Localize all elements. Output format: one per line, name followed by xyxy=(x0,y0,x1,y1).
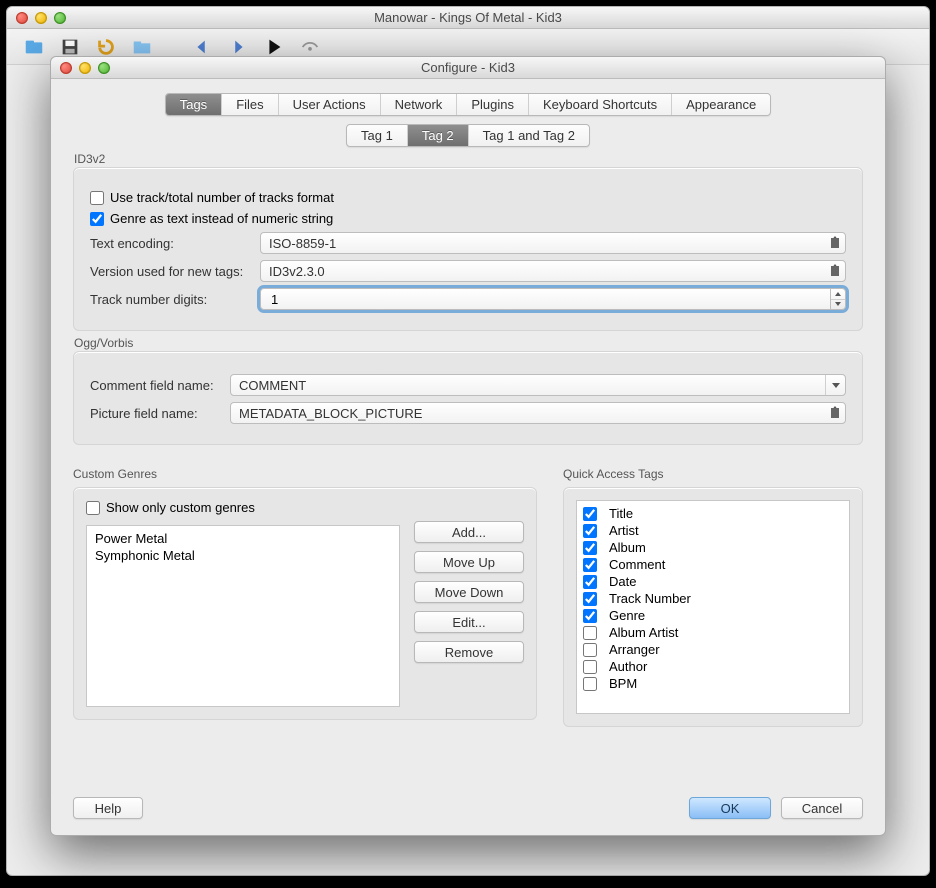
tab-user-actions[interactable]: User Actions xyxy=(279,94,381,115)
quick-access-item-label: Genre xyxy=(609,608,645,623)
ogg-group: Ogg/Vorbis Comment field name: COMMENT P… xyxy=(73,351,863,445)
custom-genres-list[interactable]: Power MetalSymphonic Metal xyxy=(86,525,400,707)
picture-field-label: Picture field name: xyxy=(90,406,230,421)
dialog-close-button[interactable] xyxy=(60,62,72,74)
dialog-minimize-button[interactable] xyxy=(79,62,91,74)
edit-button[interactable]: Edit... xyxy=(414,611,524,633)
comment-field-label: Comment field name: xyxy=(90,378,230,393)
quick-access-panel: Title Artist Album Comment Date Track Number G… xyxy=(563,487,863,727)
quick-access-item-label: Album xyxy=(609,540,646,555)
main-titlebar: Manowar - Kings Of Metal - Kid3 xyxy=(7,7,929,29)
show-only-custom-label: Show only custom genres xyxy=(106,500,255,515)
subtab-tag-1[interactable]: Tag 1 xyxy=(347,125,408,146)
quick-access-checkbox[interactable] xyxy=(583,643,597,657)
track-total-checkbox[interactable] xyxy=(90,191,104,205)
subtab-tag-2[interactable]: Tag 2 xyxy=(408,125,469,146)
tab-tags[interactable]: Tags xyxy=(166,94,222,115)
quick-access-item[interactable]: Album Artist xyxy=(583,624,843,641)
comment-field-combo[interactable]: COMMENT xyxy=(230,374,846,396)
quick-access-label: Quick Access Tags xyxy=(563,467,863,481)
text-encoding-select[interactable]: ISO-8859-1 xyxy=(260,232,846,254)
main-minimize-button[interactable] xyxy=(35,12,47,24)
id3v2-label: ID3v2 xyxy=(74,152,105,166)
genre-text-checkbox[interactable] xyxy=(90,212,104,226)
quick-access-checkbox[interactable] xyxy=(583,507,597,521)
add-button[interactable]: Add... xyxy=(414,521,524,543)
tab-plugins[interactable]: Plugins xyxy=(457,94,529,115)
quick-access-checkbox[interactable] xyxy=(583,541,597,555)
main-close-button[interactable] xyxy=(16,12,28,24)
tab-network[interactable]: Network xyxy=(381,94,458,115)
quick-access-item-label: Artist xyxy=(609,523,639,538)
dialog-titlebar: Configure - Kid3 xyxy=(51,57,885,79)
quick-access-item[interactable]: Author xyxy=(583,658,843,675)
quick-access-checkbox[interactable] xyxy=(583,609,597,623)
version-label: Version used for new tags: xyxy=(90,264,260,279)
track-digits-input[interactable] xyxy=(260,288,846,310)
quick-access-item[interactable]: Genre xyxy=(583,607,843,624)
quick-access-item[interactable]: Album xyxy=(583,539,843,556)
quick-access-checkbox[interactable] xyxy=(583,660,597,674)
quick-access-checkbox[interactable] xyxy=(583,677,597,691)
ogg-label: Ogg/Vorbis xyxy=(74,336,133,350)
quick-access-item[interactable]: Comment xyxy=(583,556,843,573)
dialog-zoom-button[interactable] xyxy=(98,62,110,74)
quick-access-item[interactable]: Title xyxy=(583,505,843,522)
open-icon[interactable] xyxy=(21,34,47,60)
tab-keyboard-shortcuts[interactable]: Keyboard Shortcuts xyxy=(529,94,672,115)
quick-access-item[interactable]: Track Number xyxy=(583,590,843,607)
custom-genres-label: Custom Genres xyxy=(73,467,537,481)
picture-field-select[interactable]: METADATA_BLOCK_PICTURE xyxy=(230,402,846,424)
move-up-button[interactable]: Move Up xyxy=(414,551,524,573)
text-encoding-label: Text encoding: xyxy=(90,236,260,251)
quick-access-checkbox[interactable] xyxy=(583,626,597,640)
track-digits-value[interactable] xyxy=(269,291,825,308)
tab-appearance[interactable]: Appearance xyxy=(672,94,770,115)
dialog-title: Configure - Kid3 xyxy=(51,60,885,75)
ok-button[interactable]: OK xyxy=(689,797,771,819)
genre-text-label: Genre as text instead of numeric string xyxy=(110,211,333,226)
configure-dialog: Configure - Kid3 TagsFilesUser ActionsNe… xyxy=(50,56,886,836)
main-zoom-button[interactable] xyxy=(54,12,66,24)
quick-access-item-label: Title xyxy=(609,506,633,521)
quick-access-item-label: Arranger xyxy=(609,642,660,657)
remove-button[interactable]: Remove xyxy=(414,641,524,663)
subtab-tag-1-and-tag-2[interactable]: Tag 1 and Tag 2 xyxy=(469,125,589,146)
quick-access-checkbox[interactable] xyxy=(583,575,597,589)
track-total-label: Use track/total number of tracks format xyxy=(110,190,334,205)
help-button[interactable]: Help xyxy=(73,797,143,819)
main-window-title: Manowar - Kings Of Metal - Kid3 xyxy=(7,10,929,25)
quick-access-item[interactable]: BPM xyxy=(583,675,843,692)
tab-files[interactable]: Files xyxy=(222,94,278,115)
quick-access-item-label: Track Number xyxy=(609,591,691,606)
track-digits-label: Track number digits: xyxy=(90,292,260,307)
quick-access-item-label: Date xyxy=(609,574,636,589)
quick-access-item[interactable]: Arranger xyxy=(583,641,843,658)
quick-access-checkbox[interactable] xyxy=(583,592,597,606)
main-tabs: TagsFilesUser ActionsNetworkPluginsKeybo… xyxy=(165,93,772,116)
quick-access-item[interactable]: Artist xyxy=(583,522,843,539)
custom-genres-panel: Show only custom genres Power MetalSymph… xyxy=(73,487,537,720)
quick-access-list[interactable]: Title Artist Album Comment Date Track Number G… xyxy=(576,500,850,714)
list-item[interactable]: Power Metal xyxy=(93,530,393,547)
show-only-custom-checkbox[interactable] xyxy=(86,501,100,515)
list-item[interactable]: Symphonic Metal xyxy=(93,547,393,564)
quick-access-item-label: Comment xyxy=(609,557,665,572)
id3v2-group: ID3v2 Use track/total number of tracks f… xyxy=(73,167,863,331)
quick-access-item-label: Author xyxy=(609,659,647,674)
track-digits-stepper[interactable] xyxy=(830,288,846,310)
quick-access-item[interactable]: Date xyxy=(583,573,843,590)
quick-access-checkbox[interactable] xyxy=(583,524,597,538)
quick-access-checkbox[interactable] xyxy=(583,558,597,572)
cancel-button[interactable]: Cancel xyxy=(781,797,863,819)
sub-tabs: Tag 1Tag 2Tag 1 and Tag 2 xyxy=(346,124,590,147)
move-down-button[interactable]: Move Down xyxy=(414,581,524,603)
version-select[interactable]: ID3v2.3.0 xyxy=(260,260,846,282)
quick-access-item-label: BPM xyxy=(609,676,637,691)
quick-access-item-label: Album Artist xyxy=(609,625,678,640)
